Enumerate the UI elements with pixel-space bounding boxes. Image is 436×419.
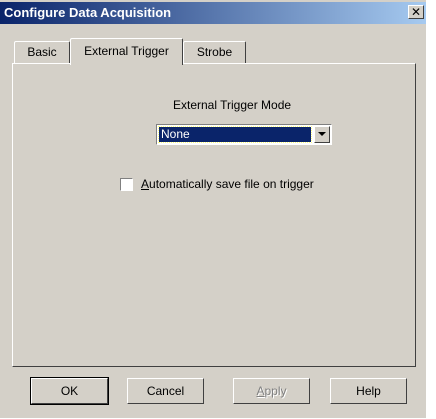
trigger-mode-label: External Trigger Mode (173, 98, 292, 112)
ok-button[interactable]: OK (30, 377, 109, 405)
tab-strobe-label: Strobe (196, 45, 233, 59)
tab-basic-label: Basic (27, 45, 57, 59)
window-title: Configure Data Acquisition (4, 5, 172, 20)
close-icon[interactable]: ✕ (408, 5, 424, 19)
apply-label-accel: A (256, 384, 265, 398)
tab-external-trigger[interactable]: External Trigger (70, 38, 183, 65)
title-bar[interactable]: Configure Data Acquisition ✕ (0, 2, 426, 24)
tab-panel: External Trigger Mode None Automatically… (12, 63, 416, 367)
help-button[interactable]: Help (330, 378, 407, 404)
tab-basic[interactable]: Basic (14, 41, 70, 63)
apply-button[interactable]: Apply (233, 378, 310, 404)
tab-external-trigger-label: External Trigger (84, 44, 169, 58)
autosave-label[interactable]: Automatically save file on trigger (141, 177, 314, 191)
autosave-label-text: utomatically save file on trigger (149, 177, 314, 191)
cancel-button[interactable]: Cancel (127, 378, 204, 404)
tab-strobe[interactable]: Strobe (183, 41, 246, 63)
trigger-mode-value: None (158, 126, 312, 143)
autosave-label-accel: A (141, 177, 150, 191)
trigger-mode-select[interactable]: None (156, 124, 332, 145)
autosave-checkbox[interactable] (120, 178, 133, 191)
dialog-window: Configure Data Acquisition ✕ Basic Exter… (0, 0, 426, 418)
chevron-down-icon[interactable] (314, 126, 330, 143)
apply-label-text: pply (264, 384, 287, 398)
